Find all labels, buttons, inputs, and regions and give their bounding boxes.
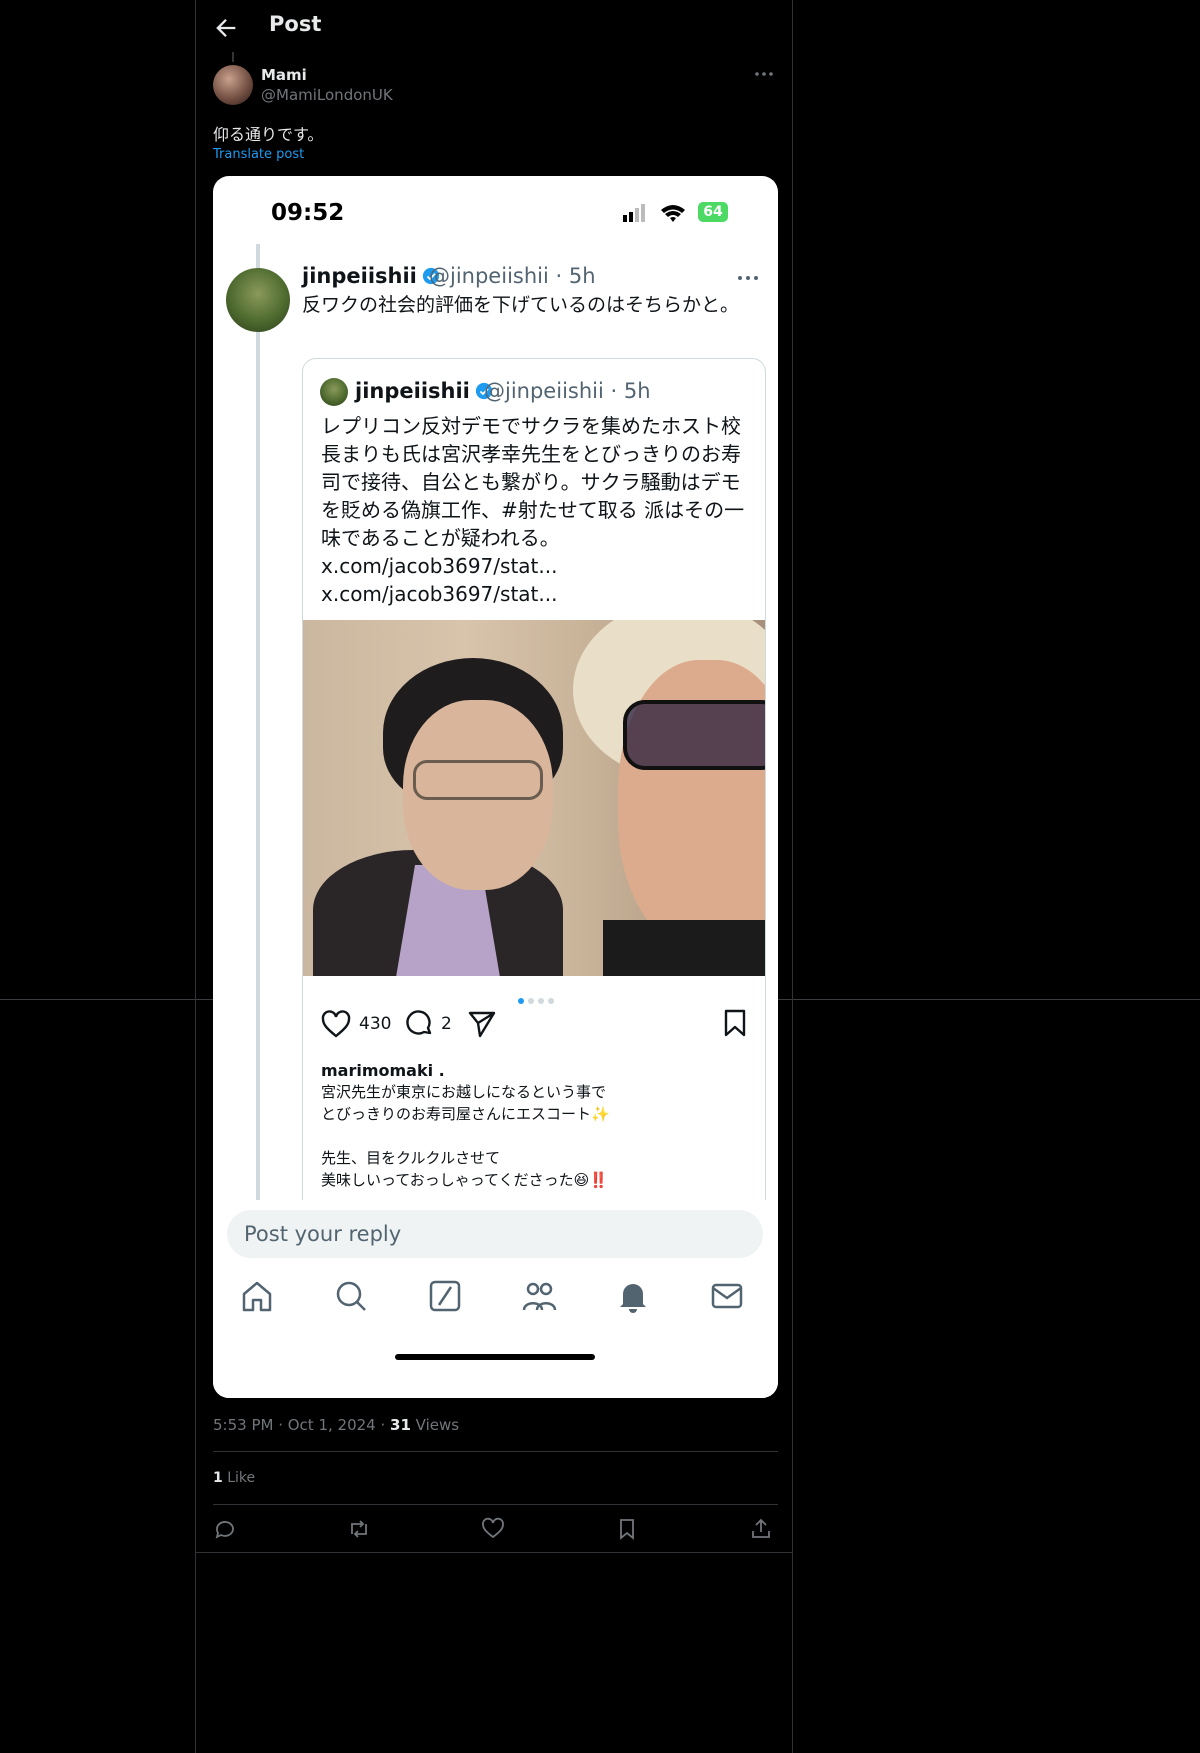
likes-label: Like [222,1470,256,1486]
carousel-dots [518,989,578,1004]
quote-author-name-text: jinpeiishii [355,379,470,403]
reply-area: Post your reply [213,1200,778,1398]
ig-comment: 2 [405,1007,452,1041]
post-column: Post Mami @MamiLondonUK 仰る通りです。 Translat… [195,0,793,1753]
carousel-dot-active [518,998,524,1004]
author-avatar[interactable] [213,65,253,105]
quote-text: レプリコン反対デモでサクラを集めたホスト校長まりも氏は宮沢孝幸先生をとびっきりの… [321,414,745,606]
divider [213,1504,778,1505]
notifications-bell-icon [620,1284,646,1313]
photo-person-right-glasses [623,700,765,770]
save-bookmark-icon [724,1009,746,1037]
post-timestamp[interactable]: 5:53 PM · Oct 1, 2024 · [213,1416,390,1434]
ig-like: 430 [321,1007,391,1041]
ig-caption: 宮沢先生が東京にお越しになるという事で とびっきりのお寿司屋さんにエスコート✨ … [321,1083,610,1189]
share-send-icon [468,1011,496,1038]
ig-like-count: 430 [359,1014,392,1034]
repost-icon[interactable] [347,1517,371,1541]
views-label: Views [410,1416,460,1434]
battery-indicator: 64 [698,202,728,222]
likes-count: 1 [213,1470,223,1486]
grok-icon [429,1280,461,1312]
tweet-meta: @jinpeiishii · 5h [429,264,596,288]
top-bar: Post [196,0,792,55]
ig-comment-count: 2 [441,1014,452,1034]
tweet-author-name: jinpeiishii [302,264,440,288]
page-title: Post [269,12,322,36]
translate-post-link[interactable]: Translate post [213,147,304,162]
post-timestamp-views: 5:53 PM · Oct 1, 2024 · 31 Views [213,1416,459,1434]
bookmark-icon[interactable] [615,1517,639,1541]
carousel-dot [548,998,554,1004]
post-actions [213,1517,778,1541]
likes-summary[interactable]: 1 Like [213,1470,255,1486]
quote-author-name: jinpeiishii [355,379,493,403]
comment-icon [406,1010,432,1035]
thread-line [232,52,234,62]
post-text: 仰る通りです。 [213,125,324,144]
reply-input: Post your reply [227,1210,763,1258]
views-count: 31 [390,1416,411,1434]
more-options-icon[interactable] [752,64,776,84]
divider [196,1552,792,1553]
communities-icon [522,1282,557,1311]
home-indicator [395,1354,595,1360]
bottom-nav [231,1278,761,1318]
back-arrow-icon[interactable] [212,14,240,42]
instagram-actions: 430 2 [321,1007,751,1043]
heart-icon [321,1010,351,1038]
home-icon [242,1281,272,1312]
photo-person-left-glasses [413,760,543,800]
status-bar-time: 09:52 [271,200,345,226]
divider [213,1451,778,1452]
search-icon [336,1281,366,1311]
quote-avatar [320,378,348,406]
reply-icon[interactable] [213,1517,237,1541]
author-name[interactable]: Mami [261,66,307,84]
messages-icon [711,1283,743,1309]
quote-photo [303,620,765,976]
carousel-dot [528,998,534,1004]
tweet-more-icon [738,276,758,280]
share-icon[interactable] [749,1517,773,1541]
like-heart-icon[interactable] [481,1517,505,1541]
carousel-dot [538,998,544,1004]
quote-meta: @jinpeiishii · 5h [484,379,651,403]
embedded-screenshot[interactable]: 09:52 64 jinpeiishii @jinpeiishii · 5h 反… [213,176,778,1398]
tweet-author-name-text: jinpeiishii [302,264,417,288]
author-handle[interactable]: @MamiLondonUK [261,86,393,104]
tweet-avatar [226,268,290,332]
tweet-text: 反ワクの社会的評価を下げているのはそちらかと。 [302,294,740,316]
ig-username: marimomaki . [321,1061,445,1080]
photo-person-right-shirt [603,920,765,976]
